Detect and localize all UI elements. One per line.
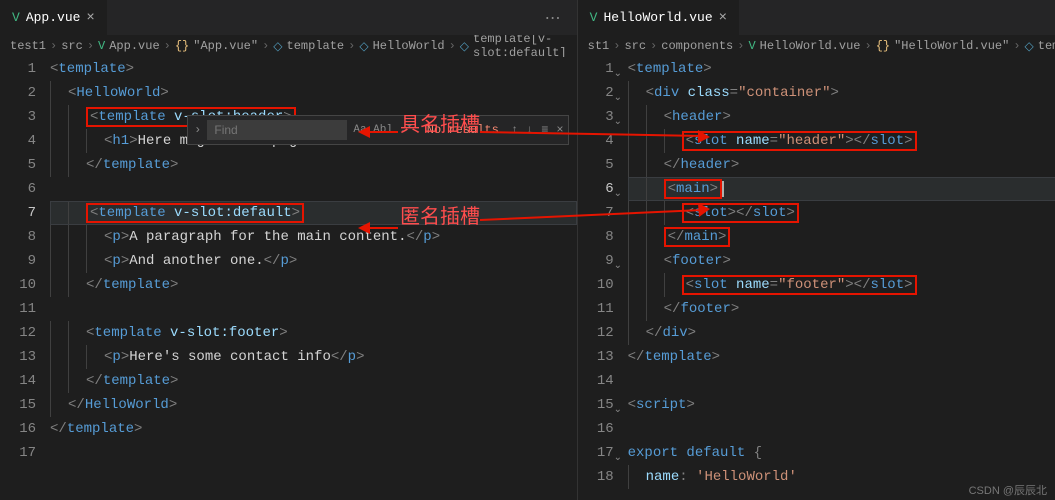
- close-icon[interactable]: ×: [86, 10, 94, 26]
- find-next-icon[interactable]: ↓: [522, 123, 537, 137]
- tab-helloworld-vue[interactable]: V HelloWorld.vue ×: [578, 0, 739, 35]
- right-editor-pane: V HelloWorld.vue × st1›src›components›VH…: [578, 0, 1055, 500]
- tabs-right: V HelloWorld.vue ×: [578, 0, 1055, 35]
- gutter-left: 1234567891011121314151617: [0, 57, 50, 500]
- code-line[interactable]: <slot></slot>: [628, 201, 1055, 225]
- code-right[interactable]: ⌄<template>⌄<div class="container">⌄<hea…: [628, 57, 1055, 500]
- breadcrumb-item[interactable]: st1: [588, 39, 610, 53]
- watermark: CSDN @辰辰北: [969, 482, 1047, 498]
- find-selection-icon[interactable]: ≡: [537, 123, 552, 137]
- tab-label: App.vue: [26, 10, 81, 25]
- find-close-icon[interactable]: ×: [552, 123, 567, 137]
- code-line[interactable]: </header>: [628, 153, 1055, 177]
- breadcrumb-item[interactable]: HelloWorld.vue: [760, 39, 861, 53]
- code-line[interactable]: <p>Here's some contact info</p>: [50, 345, 577, 369]
- chevron-right-icon[interactable]: ›: [188, 123, 207, 137]
- breadcrumb-item[interactable]: "App.vue": [193, 39, 258, 53]
- code-line[interactable]: <template v-slot:default>: [50, 201, 577, 225]
- code-line[interactable]: </div>: [628, 321, 1055, 345]
- code-line[interactable]: <template v-slot:footer>: [50, 321, 577, 345]
- code-line[interactable]: <p>A paragraph for the main content.</p>: [50, 225, 577, 249]
- editor-left[interactable]: › Aa Abl .* No results ↑ ↓ ≡ × 123456789…: [0, 57, 577, 500]
- code-line[interactable]: </HelloWorld>: [50, 393, 577, 417]
- vue-icon: V: [590, 10, 598, 25]
- code-line[interactable]: [628, 369, 1055, 393]
- close-icon[interactable]: ×: [719, 10, 727, 26]
- code-line[interactable]: </template>: [50, 369, 577, 393]
- code-line[interactable]: </footer>: [628, 297, 1055, 321]
- code-line[interactable]: <template>: [50, 57, 577, 81]
- code-line[interactable]: <slot name="footer"></slot>: [628, 273, 1055, 297]
- breadcrumb-item[interactable]: "HelloWorld.vue": [894, 39, 1009, 53]
- code-line[interactable]: [628, 417, 1055, 441]
- breadcrumb-item[interactable]: src: [624, 39, 646, 53]
- code-line[interactable]: ⌄<footer>: [628, 249, 1055, 273]
- breadcrumb-item[interactable]: template: [1038, 39, 1055, 53]
- code-line[interactable]: ⌄<main>: [628, 177, 1055, 201]
- code-line[interactable]: </template>: [628, 345, 1055, 369]
- vue-icon: V: [12, 10, 20, 25]
- code-line[interactable]: [50, 441, 577, 465]
- code-line[interactable]: <HelloWorld>: [50, 81, 577, 105]
- tab-label: HelloWorld.vue: [603, 10, 712, 25]
- tab-actions[interactable]: ⋯: [535, 8, 577, 28]
- breadcrumb-item[interactable]: src: [61, 39, 83, 53]
- breadcrumb-item[interactable]: App.vue: [109, 39, 159, 53]
- code-line[interactable]: [50, 297, 577, 321]
- breadcrumbs-right[interactable]: st1›src›components›VHelloWorld.vue›{}"He…: [578, 35, 1055, 57]
- tab-app-vue[interactable]: V App.vue ×: [0, 0, 107, 35]
- code-line[interactable]: ⌄<template>: [628, 57, 1055, 81]
- tabs-left: V App.vue × ⋯: [0, 0, 577, 35]
- find-prev-icon[interactable]: ↑: [507, 123, 522, 137]
- breadcrumb-item[interactable]: HelloWorld: [373, 39, 445, 53]
- code-line[interactable]: [50, 177, 577, 201]
- code-line[interactable]: ⌄<div class="container">: [628, 81, 1055, 105]
- code-line[interactable]: </template>: [50, 153, 577, 177]
- code-line[interactable]: ⌄<script>: [628, 393, 1055, 417]
- code-line[interactable]: ⌄export default {: [628, 441, 1055, 465]
- code-line[interactable]: <slot name="header"></slot>: [628, 129, 1055, 153]
- left-editor-pane: V App.vue × ⋯ test1›src›VApp.vue›{}"App.…: [0, 0, 578, 500]
- breadcrumb-item[interactable]: components: [661, 39, 733, 53]
- code-line[interactable]: </template>: [50, 273, 577, 297]
- code-line[interactable]: <p>And another one.</p>: [50, 249, 577, 273]
- find-input[interactable]: [207, 120, 347, 140]
- code-line[interactable]: ⌄<header>: [628, 105, 1055, 129]
- editor-right[interactable]: 123456789101112131415161718 ⌄<template>⌄…: [578, 57, 1055, 500]
- breadcrumb-item[interactable]: template[v-slot:default]: [473, 35, 567, 57]
- breadcrumb-item[interactable]: template: [287, 39, 345, 53]
- breadcrumbs-left[interactable]: test1›src›VApp.vue›{}"App.vue"›◇template…: [0, 35, 577, 57]
- find-status: No results: [419, 123, 507, 137]
- find-bar: › Aa Abl .* No results ↑ ↓ ≡ ×: [187, 115, 568, 145]
- code-line[interactable]: </template>: [50, 417, 577, 441]
- find-options[interactable]: Aa Abl .*: [347, 124, 418, 136]
- breadcrumb-item[interactable]: test1: [10, 39, 46, 53]
- code-line[interactable]: </main>: [628, 225, 1055, 249]
